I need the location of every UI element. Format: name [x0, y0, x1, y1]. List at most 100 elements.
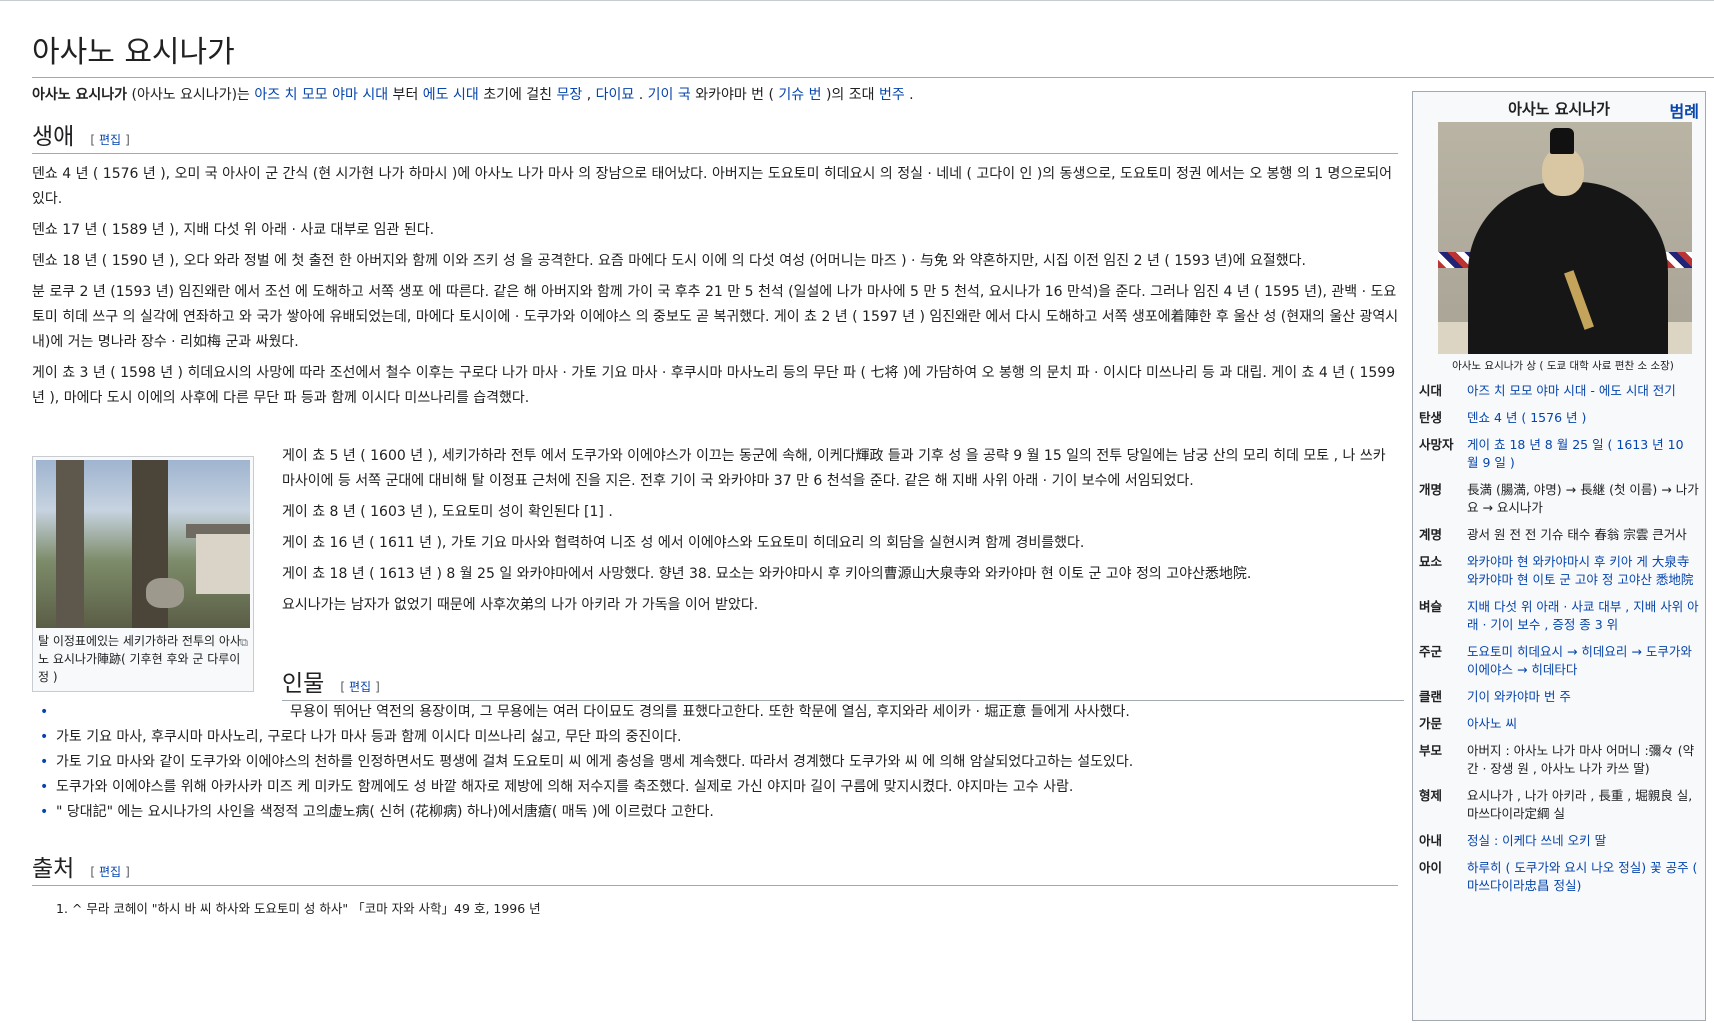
infobox-value[interactable]: 도요토미 히데요시 → 히데요리 → 도쿠가와 이에야스 → 히데타다: [1467, 643, 1699, 679]
infobox-label: 개명: [1419, 482, 1443, 497]
infobox: 아사노 요시나가 범례 아사노 요시나가 상 ( 도쿄 대학 사료 편찬 소 소…: [1412, 91, 1706, 1021]
section-heading-source: 출처 [편집]: [32, 849, 1398, 886]
life-paragraph-7: 게이 쵸 8 년 ( 1603 년 ), 도요토미 성이 확인된다 [1] .: [282, 504, 613, 520]
infobox-label: 탄생: [1419, 410, 1443, 425]
infobox-label: 아내: [1419, 833, 1443, 848]
infobox-value[interactable]: 기이 와카야마 번 주: [1467, 688, 1699, 706]
link-hanshu[interactable]: 번주: [879, 87, 905, 103]
infobox-label: 계명: [1419, 527, 1443, 542]
thumbnail-figure: 탈 이정표에있는 세키가하라 전투의 아사노 요시나가陣跡( 기후현 후와 군 …: [32, 456, 254, 692]
portrait-caption: 아사노 요시나가 상 ( 도쿄 대학 사료 편찬 소 소장): [1452, 360, 1674, 372]
lead-text: ,: [582, 87, 596, 103]
lead-paragraph: 아사노 요시나가 (아사노 요시나가)는 아즈 치 모모 야마 시대 부터 에도…: [32, 83, 1402, 108]
infobox-row: 시대 아즈 치 모모 야마 시대 - 에도 시대 전기: [1419, 382, 1703, 400]
infobox-row: 사망자 게이 쵸 18 년 8 월 25 일 ( 1613 년 10 월 9 일 …: [1419, 436, 1703, 472]
infobox-label: 시대: [1419, 383, 1443, 398]
infobox-row: 탄생 덴쇼 4 년 ( 1576 년 ): [1419, 409, 1703, 427]
life-paragraph-10: 요시나가는 남자가 없었기 때문에 사후次弟의 나가 아키라 가 가독을 이어 …: [282, 597, 759, 613]
magnify-icon[interactable]: ⧉: [240, 634, 248, 652]
infobox-row: 부모 아버지 : 아사노 나가 마사 어머니 :彌々 (약간 · 장생 원 , 아…: [1419, 742, 1703, 778]
thumbnail-caption-text: 탈 이정표에있는 세키가하라 전투의 아사노 요시나가陣跡( 기후현 후와 군 …: [38, 634, 241, 684]
infobox-value[interactable]: 아사노 씨: [1467, 715, 1699, 733]
infobox-label: 묘소: [1419, 554, 1443, 569]
link-kii-province[interactable]: 기이 국: [648, 87, 691, 103]
person-list: 무용이 뛰어난 역전의 용장이며, 그 무용에는 여러 다이묘도 경의를 표했다…: [32, 700, 1404, 825]
lead-text: 초기에 걸친: [478, 87, 557, 103]
section-life: 생애 [편집] 덴쇼 4 년 ( 1576 년 ), 오미 국 아사이 군 간식 …: [32, 117, 1404, 417]
section-source: 출처 [편집] 1. ^ 무라 코헤이 "하시 바 씨 하사와 도요토미 성 하사…: [32, 849, 1404, 917]
infobox-value[interactable]: 하루히 ( 도쿠가와 요시 나오 정실) 꽃 공주 ( 마쓰다이라忠昌 정실): [1467, 859, 1699, 895]
link-busho[interactable]: 무장: [557, 87, 583, 103]
portrait-image[interactable]: [1438, 122, 1692, 354]
infobox-value: 長満 (腸満, 야명) → 長継 (첫 이름) → 나가요 → 요시나가: [1467, 482, 1699, 515]
portrait-hat: [1550, 128, 1574, 154]
house-shape: [196, 534, 250, 594]
life-continued: 게이 쵸 5 년 ( 1600 년 ), 세키가하라 전투 에서 도쿠가와 이에…: [282, 444, 1402, 624]
infobox-value: 요시나가 , 나가 아키라 , 長重 , 堀親良 실, 마쓰다이라定綱 실: [1467, 788, 1693, 821]
link-azuchi-momoyama[interactable]: 아즈 치 모모 야마 시대: [254, 87, 388, 103]
infobox-label: 부모: [1419, 743, 1443, 758]
lead-text: .: [634, 87, 648, 103]
link-daimyo[interactable]: 다이묘: [596, 87, 635, 103]
infobox-title: 아사노 요시나가 범례: [1413, 98, 1705, 122]
article-content: 아사노 요시나가 아사노 요시나가 (아사노 요시나가)는 아즈 치 모모 야마…: [32, 1, 1714, 916]
link-kishu-domain[interactable]: 기슈 번: [778, 87, 821, 103]
section-person-heading: 인물 [편집]: [282, 664, 1404, 701]
life-paragraph-9: 게이 쵸 18 년 ( 1613 년 ) 8 월 25 일 와카야마에서 사망했…: [282, 566, 1252, 582]
infobox-row: 아내 정실 : 이케다 쓰네 오키 딸: [1419, 832, 1703, 850]
infobox-value[interactable]: 정실 : 이케다 쓰네 오키 딸: [1467, 832, 1699, 850]
infobox-value[interactable]: 아즈 치 모모 야마 시대 - 에도 시대 전기: [1467, 382, 1699, 400]
reference-list: 1. ^ 무라 코헤이 "하시 바 씨 하사와 도요토미 성 하사" 「코마 자…: [56, 898, 1404, 917]
lead-bold-name: 아사노 요시나가: [32, 87, 128, 103]
life-paragraph-5: 게이 쵸 3 년 ( 1598 년 ) 히데요시의 사망에 따라 조선에서 철수…: [32, 365, 1396, 406]
link-edo-period[interactable]: 에도 시대: [423, 87, 479, 103]
tree-shape: [56, 460, 84, 628]
infobox-label: 형제: [1419, 788, 1443, 803]
infobox-row: 형제 요시나가 , 나가 아키라 , 長重 , 堀親良 실, 마쓰다이라定綱 실: [1419, 787, 1703, 823]
infobox-row: 가문 아사노 씨: [1419, 715, 1703, 733]
lead-text: 부터: [388, 87, 423, 103]
person-item-1: 무용이 뛰어난 역전의 용장이며, 그 무용에는 여러 다이묘도 경의를 표했다…: [32, 700, 1404, 725]
edit-section-link: [편집]: [90, 133, 130, 147]
life-paragraph-8: 게이 쵸 16 년 ( 1611 년 ), 가토 기요 마사와 협력하여 니조 …: [282, 535, 1085, 551]
infobox-row: 주군 도요토미 히데요시 → 히데요리 → 도쿠가와 이에야스 → 히데타다: [1419, 643, 1703, 679]
heading-text: 출처: [32, 856, 75, 882]
infobox-row: 개명 長満 (腸満, 야명) → 長継 (첫 이름) → 나가요 → 요시나가: [1419, 481, 1703, 517]
infobox-row: 아이 하루히 ( 도쿠가와 요시 나오 정실) 꽃 공주 ( 마쓰다이라忠昌 정실…: [1419, 859, 1703, 895]
reference-text: ^ 무라 코헤이 "하시 바 씨 하사와 도요토미 성 하사" 「코마 자와 사…: [71, 901, 541, 916]
infobox-value[interactable]: 와카야마 현 와카야마시 후 키아 게 大泉寺 와카야마 현 이토 군 고야 정…: [1467, 553, 1699, 589]
person-item-4: 도쿠가와 이에야스를 위해 아카사카 미즈 케 미카도 함께에도 성 바깥 해자…: [32, 775, 1404, 800]
life-paragraph-3: 덴쇼 18 년 ( 1590 년 ), 오다 와라 정벌 에 첫 출전 한 아버…: [32, 253, 1306, 269]
infobox-label: 아이: [1419, 860, 1443, 875]
infobox-value[interactable]: 게이 쵸 18 년 8 월 25 일 ( 1613 년 10 월 9 일 ): [1467, 436, 1699, 472]
edit-section-link: [편집]: [340, 680, 380, 694]
lead-text: 와카야마 번 (: [690, 87, 779, 103]
infobox-value[interactable]: 덴쇼 4 년 ( 1576 년 ): [1467, 409, 1699, 427]
lead-text: (아사노 요시나가)는: [127, 87, 255, 103]
infobox-row: 묘소 와카야마 현 와카야마시 후 키아 게 大泉寺 와카야마 현 이토 군 고야…: [1419, 553, 1703, 589]
infobox-label: 주군: [1419, 644, 1443, 659]
person-item-5: " 당대記" 에는 요시나가의 사인을 색정적 고의虚노病( 신허 (花柳病) …: [32, 800, 1404, 825]
person-item-2: 가토 기요 마사, 후쿠시마 마사노리, 구로다 나가 마사 등과 함께 이시다…: [32, 725, 1404, 750]
infobox-legend-link[interactable]: 범례: [1670, 98, 1699, 122]
stone-marker-shape: [146, 578, 184, 608]
lead-text: .: [904, 87, 914, 103]
life-paragraph-4: 분 로쿠 2 년 (1593 년) 임진왜란 에서 조선 에 도해하고 서쪽 생…: [32, 284, 1399, 350]
infobox-rows: 시대 아즈 치 모모 야마 시대 - 에도 시대 전기 탄생 덴쇼 4 년 ( 15…: [1419, 382, 1703, 904]
infobox-row: 클랜 기이 와카야마 번 주: [1419, 688, 1703, 706]
battle-site-photo[interactable]: [36, 460, 250, 628]
infobox-label: 벼슬: [1419, 599, 1443, 614]
infobox-value: 아버지 : 아사노 나가 마사 어머니 :彌々 (약간 · 장생 원 , 아사노…: [1467, 743, 1695, 776]
edit-section-link: [편집]: [90, 865, 130, 879]
section-person: 무용이 뛰어난 역전의 용장이며, 그 무용에는 여러 다이묘도 경의를 표했다…: [32, 700, 1404, 825]
edit-link[interactable]: 편집: [99, 133, 121, 147]
heading-text: 인물: [282, 671, 325, 697]
infobox-value[interactable]: 지배 다섯 위 아래 · 사쿄 대부 , 지배 사위 아래 · 기이 보수 , …: [1467, 598, 1699, 634]
infobox-title-text: 아사노 요시나가: [1508, 100, 1610, 118]
infobox-row: 벼슬 지배 다섯 위 아래 · 사쿄 대부 , 지배 사위 아래 · 기이 보수 …: [1419, 598, 1703, 634]
edit-link[interactable]: 편집: [349, 680, 371, 694]
edit-link[interactable]: 편집: [99, 865, 121, 879]
heading-text: 생애: [32, 124, 75, 150]
infobox-label: 가문: [1419, 716, 1443, 731]
person-item-3: 가토 기요 마사와 같이 도쿠가와 이에야스의 천하를 인정하면서도 평생에 걸…: [32, 750, 1404, 775]
